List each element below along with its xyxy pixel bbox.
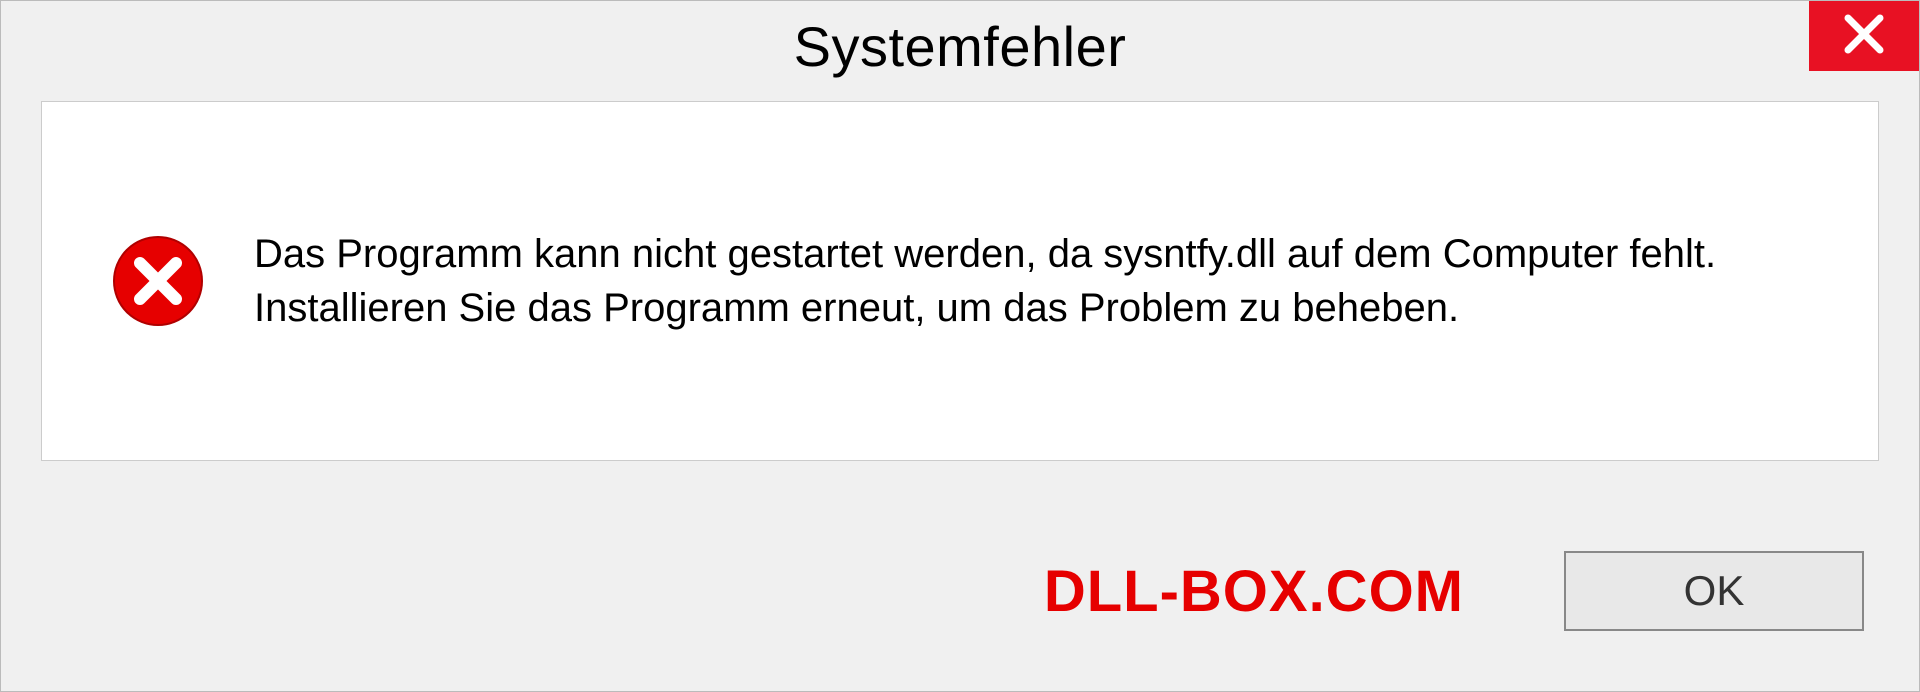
close-button[interactable] [1809, 1, 1919, 71]
close-icon [1842, 12, 1886, 61]
error-message: Das Programm kann nicht gestartet werden… [254, 227, 1808, 335]
ok-button-label: OK [1684, 567, 1745, 615]
footer: DLL-BOX.COM OK [1, 511, 1919, 691]
titlebar: Systemfehler [1, 1, 1919, 91]
watermark-text: DLL-BOX.COM [1044, 558, 1464, 625]
dialog-title: Systemfehler [794, 14, 1127, 79]
ok-button[interactable]: OK [1564, 551, 1864, 631]
error-icon [112, 235, 204, 327]
error-dialog: Systemfehler Das Programm kann nicht ges… [0, 0, 1920, 692]
content-area: Das Programm kann nicht gestartet werden… [41, 101, 1879, 461]
